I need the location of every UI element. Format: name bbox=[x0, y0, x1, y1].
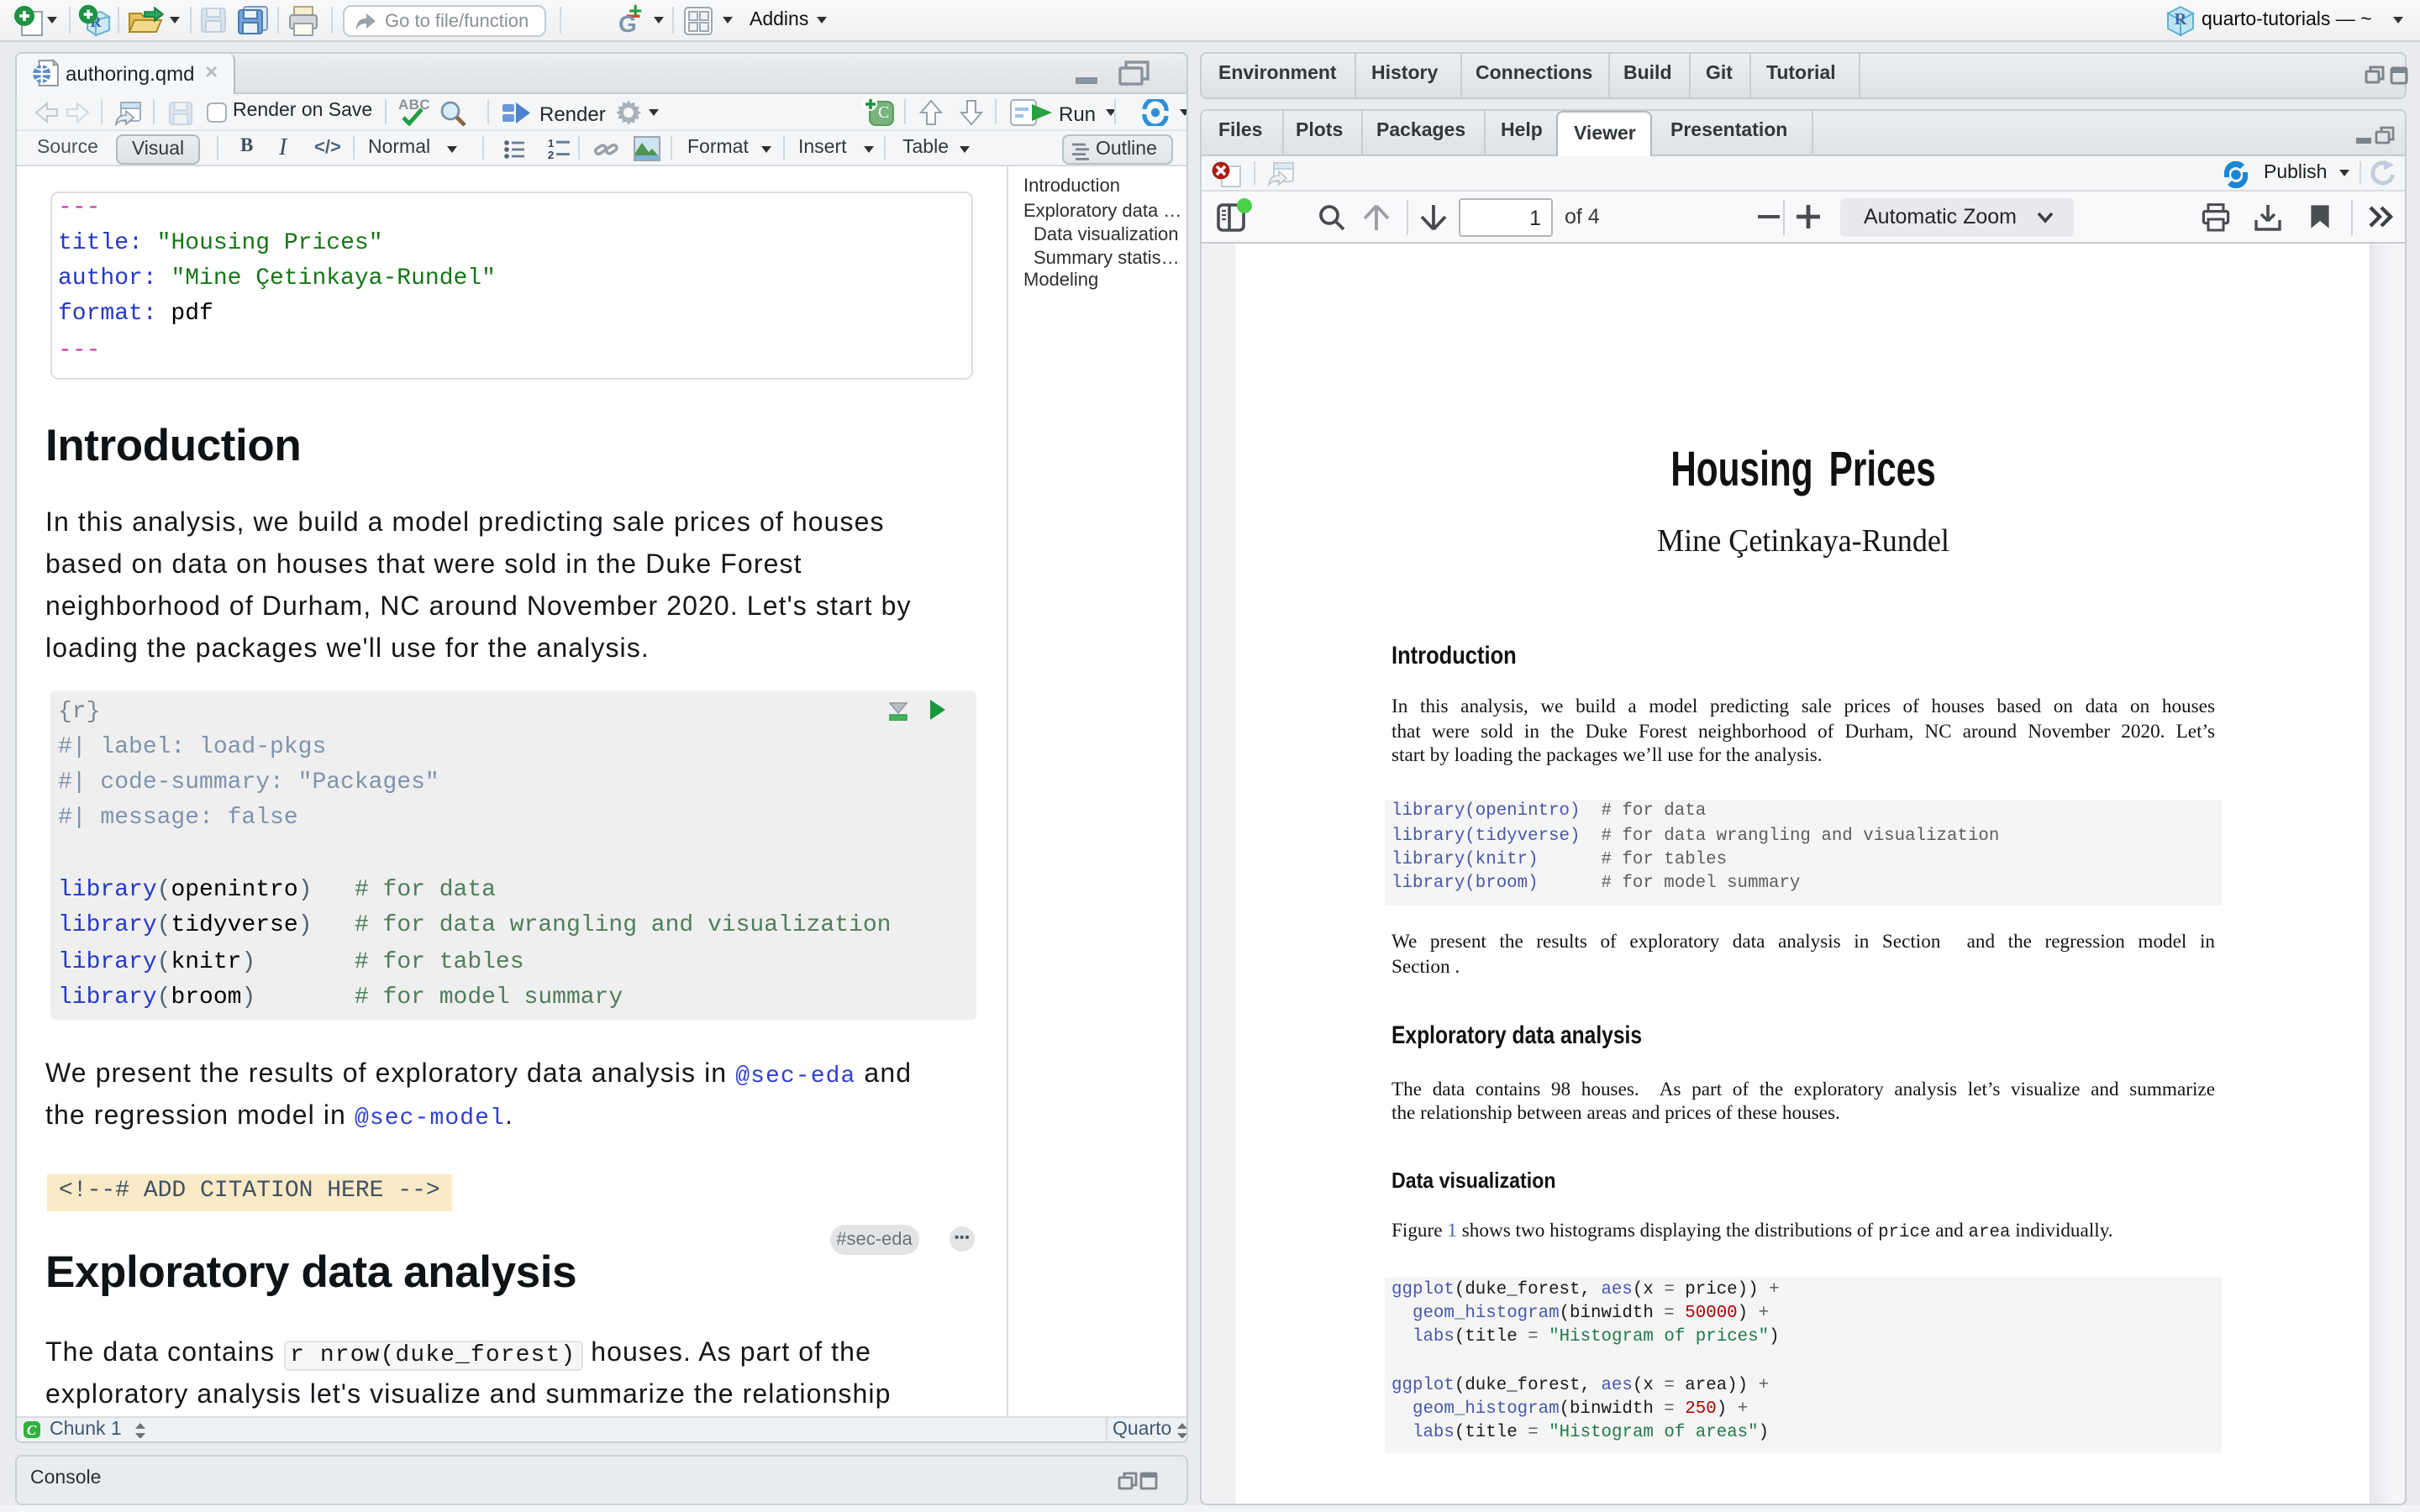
svg-text:R: R bbox=[2175, 10, 2187, 29]
svg-text:2: 2 bbox=[548, 149, 554, 160]
svg-text:1: 1 bbox=[548, 138, 554, 150]
